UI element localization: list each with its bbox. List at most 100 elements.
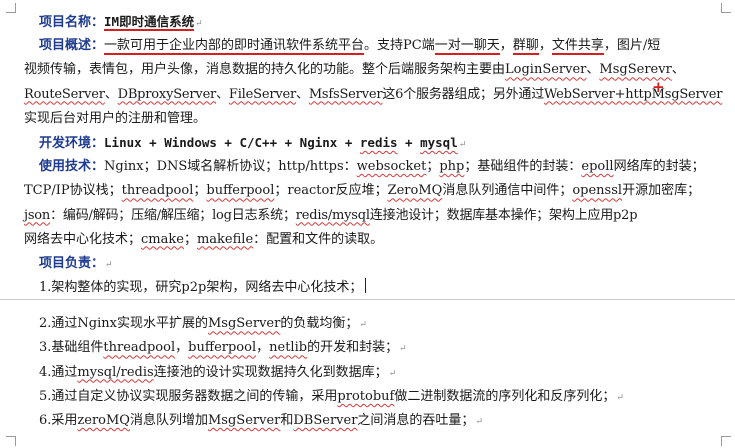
overview-text: ，图片/短 (603, 38, 661, 54)
dev-env-label: 开发环境： (39, 135, 105, 151)
page-corner-bottom-right (721, 436, 731, 446)
overview-text: 。支持 (364, 38, 404, 54)
tech-text: ；reactor反应堆； (274, 183, 388, 199)
document-body[interactable]: 项目名称：IM即时通信系统↵ 项目概述：一款可用于企业内部的即时通讯软件系统平台… (24, 10, 722, 433)
server-route: RouteServer (24, 86, 105, 102)
tech-text: 开源加密库； (622, 183, 701, 199)
tech-line-3: json：编码/解码；压缩/解压缩；log日志系统；redis/mysql连接池… (24, 204, 714, 228)
tech-bufferpool: bufferpool (206, 183, 275, 199)
tech-openssl: openssl (572, 183, 623, 199)
paragraph-mark: ↵ (388, 368, 397, 379)
tech-zeromq: ZeroMQ (387, 183, 443, 199)
overview-text: PC (403, 38, 422, 54)
tech-php: php (439, 159, 465, 175)
duty-item-2: 2.通过Nginx实现水平扩展的MsgServer的负载均衡；↵ (24, 312, 714, 336)
overview-line-1: 项目概述：一款可用于企业内部的即时通讯软件系统平台。支持PC端一对一聊天 ，群聊 ，… (24, 34, 714, 58)
duty-item-1: 1.架构整体的实现，研究p2p架构，网络去中心化技术； (24, 276, 714, 300)
page-corner-bottom-left (6, 436, 16, 446)
tech-redis-mysql: redis/mysql (295, 207, 370, 223)
overview-highlight-platform: 一款可用于企业内部的即时通讯软件系统平台 (104, 38, 365, 56)
tech-text: Nginx；DNS域名解析协议；http/https： (104, 159, 357, 175)
dev-env-value: Linux + Windows + C/C++ + Nginx + (104, 134, 360, 150)
tech-text: ：配置和文件的读取。 (253, 231, 384, 247)
separator: 、 (216, 86, 229, 102)
duty-item-4: 4.通过mysql/redis连接池的设计实现数据持久化到数据库；↵ (24, 361, 714, 385)
tech-text: ； (193, 183, 207, 199)
project-name-label: 项目名称： (39, 15, 105, 30)
duty-text: 的开发和封装； (307, 340, 399, 356)
text-cursor (365, 278, 367, 294)
duty-bufferpool: bufferpool (188, 340, 257, 356)
separator: 、 (104, 86, 118, 102)
overview-highlight-group: 群聊 (512, 38, 539, 56)
page-corner-top-left (6, 3, 16, 13)
paragraph-mark: ↵ (399, 344, 407, 355)
tech-label: 使用技术： (39, 159, 105, 175)
tech-text: 网络库的封装； (613, 159, 705, 175)
project-name-value: IM即时通信系统 (104, 14, 195, 31)
paragraph-mark: ↵ (195, 19, 203, 29)
server-msfs: MsfsServer (308, 86, 383, 102)
overview-text: 视频传输，表情包，用户头像，消息数据的持久化的功能。整个后端服务架构主要由 (24, 62, 506, 78)
dev-env-mysql: mysql (420, 134, 458, 150)
dev-env-value: + (397, 134, 421, 150)
duty-item-3: 3.基础组件threadpool，bufferpool，netlib的开发和封装… (24, 336, 714, 360)
duty-threadpool: threadpool (103, 340, 176, 356)
overview-text: 端 (421, 38, 435, 54)
tech-text: 连接池设计；数据库基本操作；架构上应用p2p (369, 207, 638, 223)
duty-mysql-redis: mysql/redis (77, 364, 154, 380)
duty-text: 6.采用 (39, 413, 78, 428)
overview-highlight-one-to-one: 一对一聊天 (434, 38, 500, 56)
paragraph-mark: ↵ (475, 417, 483, 427)
duty-dbserver: DBServer (293, 413, 358, 428)
tech-threadpool: threadpool (121, 183, 194, 199)
server-msg: MsgSerevr (599, 62, 672, 78)
tech-websocket: websocket (356, 159, 427, 175)
tech-text: ； (426, 159, 440, 175)
tech-line-2: TCP/IP协议栈；threadpool；bufferpool；reactor反… (24, 179, 714, 203)
duty-text: ， (175, 340, 189, 356)
duty-text: 3.基础组件 (39, 340, 104, 356)
overview-line-4: 实现后台对用户的注册和管理。 (24, 107, 714, 131)
duty-heading-line: 项目负责：↵ (24, 252, 714, 276)
separator: 、 (296, 86, 309, 102)
server-file: FileServer (228, 86, 296, 102)
overview-line-2: 视频传输，表情包，用户头像，消息数据的持久化的功能。整个后端服务架构主要由Log… (24, 58, 714, 82)
server-login: LoginServer (505, 62, 587, 78)
overview-highlight-file: 文件共享 (551, 38, 604, 56)
tech-makefile: makefile (196, 231, 254, 247)
duty-text: 5.通过自定义协议实现服务器数据之间的传输，采用 (39, 388, 338, 404)
duty-msgserver: MsgServer (207, 316, 281, 332)
duty-text: 4.通过 (39, 364, 78, 380)
paragraph-mark: ↵ (458, 139, 467, 150)
duty-item-6: 6.采用zeroMQ消息队列增加MsgServer和DBServer之间消息的吞… (24, 409, 714, 433)
document-page: + 项目名称：IM即时通信系统↵ 项目概述：一款可用于企业内部的即时通讯软件系统… (0, 0, 735, 448)
duty-text: 和 (280, 413, 294, 428)
duty-text: 1.架构整体的实现，研究p2p架构，网络去中心化技术； (39, 280, 363, 296)
overview-line-3: RouteServer、DBproxyServer、FileServer、Msf… (24, 83, 722, 107)
tech-line-1: 使用技术：Nginx；DNS域名解析协议；http/https：websocke… (24, 155, 714, 179)
duty-label: 项目负责： (39, 255, 105, 271)
duty-msgserver: MsgServer (207, 413, 281, 428)
duty-text: 之间消息的吞吐量； (357, 413, 475, 428)
duty-text: 连接池的设计实现数据持久化到数据库； (153, 364, 388, 380)
duty-text: ， (256, 340, 270, 356)
overview-text: 实现后台对用户的注册和管理。 (24, 110, 207, 126)
tech-text: TCP/IP协议栈； (24, 183, 122, 199)
duty-zeromq: zeroMQ (77, 413, 130, 428)
duty-text: 做二进制数据流的序列化和反序列化； (394, 388, 616, 404)
tech-text: 消息队列通信中间件； (442, 183, 573, 199)
duty-protobuf: protobuf (337, 388, 395, 404)
overview-label: 项目概述： (39, 38, 105, 54)
paragraph-mark: ↵ (359, 320, 367, 331)
overview-text: ， (538, 38, 552, 54)
tech-text: ； (183, 231, 197, 247)
overview-text: 这6个服务器组成；另外通过 (382, 86, 545, 102)
server-dbproxy: DBproxyServer (117, 86, 217, 102)
paragraph-mark: ↵ (105, 259, 113, 270)
duty-item-5: 5.通过自定义协议实现服务器数据之间的传输，采用protobuf做二进制数据流的… (24, 385, 714, 409)
tech-text: 网络去中心化技术； (24, 231, 142, 247)
duty-netlib: netlib (269, 340, 308, 356)
page-break-spacer (24, 300, 714, 312)
duty-text: 消息队列增加 (129, 413, 208, 428)
